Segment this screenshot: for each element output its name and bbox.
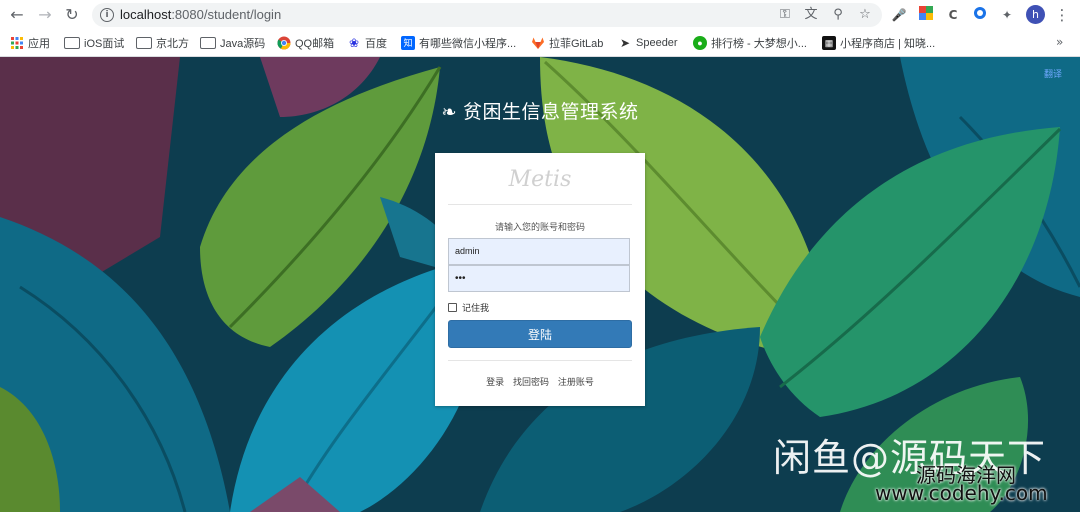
bookmark-label: 百度 [365, 38, 387, 50]
reload-icon[interactable]: ↻ [61, 4, 83, 26]
bookmark-ranking[interactable]: ● 排行榜 - 大梦想小... [693, 34, 807, 52]
bookmarks-bar: 应用 iOS面试 京北方 Java源码 QQ邮箱 ❀ 百度 知 有哪些微信小程序… [0, 30, 1080, 57]
metis-logo: Metis [508, 167, 572, 192]
bookmark-label: 排行榜 - 大梦想小... [711, 38, 807, 50]
bookmark-label: 拉菲GitLab [549, 38, 604, 50]
baidu-paw-icon: ❀ [348, 36, 360, 50]
bookmark-miniprogram-store[interactable]: ▦ 小程序商店 | 知晓... [822, 34, 935, 52]
chrome-icon [277, 36, 291, 50]
bookmark-label: 小程序商店 | 知晓... [840, 38, 936, 50]
extension-blue-icon[interactable] [971, 6, 989, 24]
login-prompt: 请输入您的账号和密码 [494, 223, 585, 233]
folder-icon [200, 37, 216, 49]
bookmark-label: Java源码 [220, 38, 266, 50]
zoom-icon[interactable]: ⚲ [829, 6, 847, 24]
speeder-icon: ➤ [619, 36, 631, 50]
menu-kebab-icon[interactable]: ⋮ [1054, 4, 1070, 26]
translate-icon[interactable]: 文 [802, 6, 820, 24]
bookmark-label: Speeder [636, 37, 678, 49]
bookmark-label: QQ邮箱 [295, 38, 335, 50]
system-title: ❧ 贫困生信息管理系统 [0, 97, 1080, 124]
profile-avatar[interactable]: h [1026, 5, 1045, 24]
qr-icon: ▦ [822, 36, 836, 50]
bookmark-star-icon[interactable]: ☆ [856, 6, 874, 24]
translate-link[interactable]: 翻译 [1044, 67, 1062, 80]
site-info-icon[interactable]: i [100, 8, 114, 22]
system-title-text: 贫困生信息管理系统 [463, 101, 639, 123]
register-link[interactable]: 注册账号 [558, 378, 594, 388]
login-link[interactable]: 登录 [486, 378, 504, 388]
extensions-puzzle-icon[interactable]: ✦ [998, 6, 1016, 24]
watermark-site-url: www.codehy.com [875, 481, 1048, 505]
microphone-icon[interactable]: 🎤 [890, 6, 908, 24]
login-page: ❧ 贫困生信息管理系统 翻译 Metis 请输入您的账号和密码 admin •••… [0, 57, 1080, 512]
remember-label: 记住我 [462, 304, 490, 314]
url-host: localhost [120, 7, 172, 22]
apps-grid-icon [10, 36, 24, 50]
login-links: 登录 找回密码 注册账号 [435, 375, 645, 388]
username-input[interactable]: admin [448, 238, 630, 265]
extension-colorful-icon[interactable] [917, 6, 935, 24]
bookmark-gitlab[interactable]: 拉菲GitLab [531, 34, 603, 52]
key-icon[interactable]: ⚿ [776, 6, 794, 24]
address-bar[interactable]: i localhost:8080/student/login ⚿ 文 ⚲ ☆ [92, 3, 882, 27]
bookmark-qqmail[interactable]: QQ邮箱 [277, 34, 334, 52]
bookmark-label: 应用 [28, 38, 50, 50]
login-button[interactable]: 登陆 [448, 320, 632, 348]
bookmark-label: 京北方 [156, 38, 189, 50]
divider [448, 360, 632, 361]
divider [448, 204, 632, 205]
forward-arrow-icon[interactable]: → [34, 4, 56, 26]
url-text[interactable]: localhost:8080/student/login [120, 7, 281, 22]
remember-me[interactable]: 记住我 [448, 301, 489, 314]
remember-checkbox[interactable] [448, 303, 457, 312]
bookmark-label: 有哪些微信小程序... [419, 38, 517, 50]
bookmark-ios[interactable]: iOS面试 [64, 34, 124, 52]
zhihu-icon: 知 [401, 36, 415, 50]
bookmark-zhihu[interactable]: 知 有哪些微信小程序... [401, 34, 516, 52]
url-path: :8080/student/login [171, 7, 282, 22]
gitlab-icon [531, 36, 545, 50]
folder-icon [136, 37, 152, 49]
back-arrow-icon[interactable]: ← [6, 4, 28, 26]
password-input[interactable]: ••• [448, 265, 630, 292]
green-logo-icon: ● [693, 36, 707, 50]
extension-c-icon[interactable]: C [944, 6, 962, 24]
leaf-icon: ❧ [441, 102, 458, 123]
bookmarks-more-button[interactable]: » [1056, 35, 1063, 49]
bookmark-jingbeifang[interactable]: 京北方 [136, 34, 189, 52]
login-card: Metis 请输入您的账号和密码 admin ••• 记住我 登陆 登录 找回密… [435, 153, 645, 406]
bookmark-speeder[interactable]: ➤ Speeder [618, 34, 678, 52]
forgot-password-link[interactable]: 找回密码 [513, 378, 549, 388]
bookmark-java[interactable]: Java源码 [200, 34, 265, 52]
bookmark-label: iOS面试 [84, 38, 125, 50]
folder-icon [64, 37, 80, 49]
bookmark-apps[interactable]: 应用 [10, 34, 50, 52]
browser-toolbar: ← → ↻ i localhost:8080/student/login ⚿ 文… [0, 0, 1080, 30]
bookmark-baidu[interactable]: ❀ 百度 [347, 34, 387, 52]
